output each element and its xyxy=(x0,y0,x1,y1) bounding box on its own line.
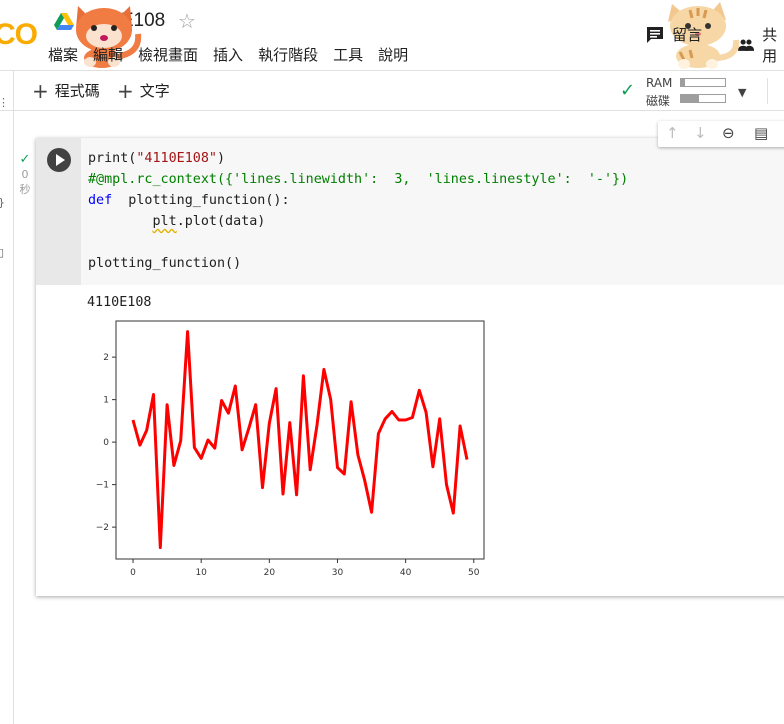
menu-item-tools[interactable]: 工具 xyxy=(333,44,363,65)
add-text-label: 文字 xyxy=(139,82,170,100)
header-divider xyxy=(0,70,784,71)
y-tick-label: −1 xyxy=(96,481,109,491)
code-line: def plotting_function(): xyxy=(88,193,290,208)
x-tick-label: 40 xyxy=(400,568,412,578)
share-label: 共用 xyxy=(762,26,778,65)
people-icon xyxy=(738,39,755,51)
comment-button[interactable]: 留言 xyxy=(646,24,702,45)
code-line: plt.plot(data) xyxy=(152,214,266,229)
code-line: plotting_function() xyxy=(88,256,242,271)
connected-check-icon: ✓ xyxy=(620,80,636,101)
ram-bar xyxy=(680,78,726,87)
menu-item-view[interactable]: 檢視畫面 xyxy=(138,44,198,65)
comment-label: 留言 xyxy=(672,26,703,44)
colab-logo[interactable]: CO xyxy=(0,18,38,52)
sidebar-toc-icon[interactable]: ⋮ xyxy=(0,96,9,109)
chevron-down-icon[interactable]: ▼ xyxy=(738,86,746,99)
move-up-icon[interactable]: ↑ xyxy=(666,124,679,142)
add-text-button[interactable]: + 文字 xyxy=(117,80,170,101)
sidebar-code-icon[interactable]: } xyxy=(0,196,5,209)
menu-item-help[interactable]: 說明 xyxy=(378,44,408,65)
sidebar-files-icon[interactable]: ▯ xyxy=(0,246,4,259)
comment-cell-icon[interactable]: ▤ xyxy=(754,124,768,142)
share-button[interactable]: 共用 xyxy=(738,24,784,66)
star-icon[interactable]: ☆ xyxy=(178,9,196,33)
cell-output-text: 4110E108 xyxy=(87,295,152,310)
code-line: #@mpl.rc_context({'lines.linewidth': 3, … xyxy=(88,172,629,187)
add-code-button[interactable]: + 程式碼 xyxy=(32,80,100,101)
x-tick-label: 30 xyxy=(332,568,344,578)
menu-bar: 檔案 編輯 檢視畫面 插入 執行階段 工具 說明 xyxy=(48,44,423,65)
y-tick-label: −2 xyxy=(96,523,109,533)
success-check-icon: ✓ xyxy=(19,152,31,167)
exec-unit: 秒 xyxy=(19,183,31,196)
menu-item-runtime[interactable]: 執行階段 xyxy=(258,44,318,65)
x-tick-label: 0 xyxy=(130,568,136,578)
execution-status: ✓ 0 秒 xyxy=(14,152,36,197)
menu-item-file[interactable]: 檔案 xyxy=(48,44,78,65)
x-tick-label: 50 xyxy=(468,568,480,578)
colab-window: CO 4110E108 ☆ 檔案 編輯 檢視 xyxy=(0,0,784,724)
toolbar-separator xyxy=(767,78,768,104)
toolbar-divider xyxy=(0,110,784,111)
x-tick-label: 20 xyxy=(264,568,276,578)
y-tick-label: 0 xyxy=(103,438,109,448)
output-line-chart: 0 10 20 30 40 50 −2 −1 0 1 2 xyxy=(96,320,485,578)
y-tick-label: 1 xyxy=(103,396,109,406)
move-down-icon[interactable]: ↓ xyxy=(694,124,707,142)
run-cell-button[interactable] xyxy=(47,148,71,172)
code-editor[interactable]: print("4110E108") #@mpl.rc_context({'line… xyxy=(81,138,784,285)
disk-bar-fill xyxy=(681,95,699,102)
plus-icon: + xyxy=(32,78,49,103)
link-icon[interactable]: ⊖ xyxy=(722,124,735,142)
y-tick-label: 2 xyxy=(103,353,109,363)
comment-icon xyxy=(647,26,663,43)
plus-icon: + xyxy=(117,78,134,103)
exec-time: 0 xyxy=(21,168,29,181)
menu-item-edit[interactable]: 編輯 xyxy=(93,44,123,65)
add-code-label: 程式碼 xyxy=(54,82,100,100)
menu-item-insert[interactable]: 插入 xyxy=(213,44,243,65)
disk-label: 磁碟 xyxy=(646,94,671,108)
ram-bar-fill xyxy=(681,79,685,86)
cell-gutter xyxy=(36,138,81,285)
resource-monitor[interactable]: ✓ RAM 磁碟 ▼ xyxy=(620,74,760,110)
code-line: print("4110E108") xyxy=(88,151,226,166)
ram-label: RAM xyxy=(646,76,673,90)
cell-toolbar: ↑ ↓ ⊖ ▤ xyxy=(658,121,784,147)
disk-bar xyxy=(680,94,726,103)
x-tick-label: 10 xyxy=(195,568,207,578)
